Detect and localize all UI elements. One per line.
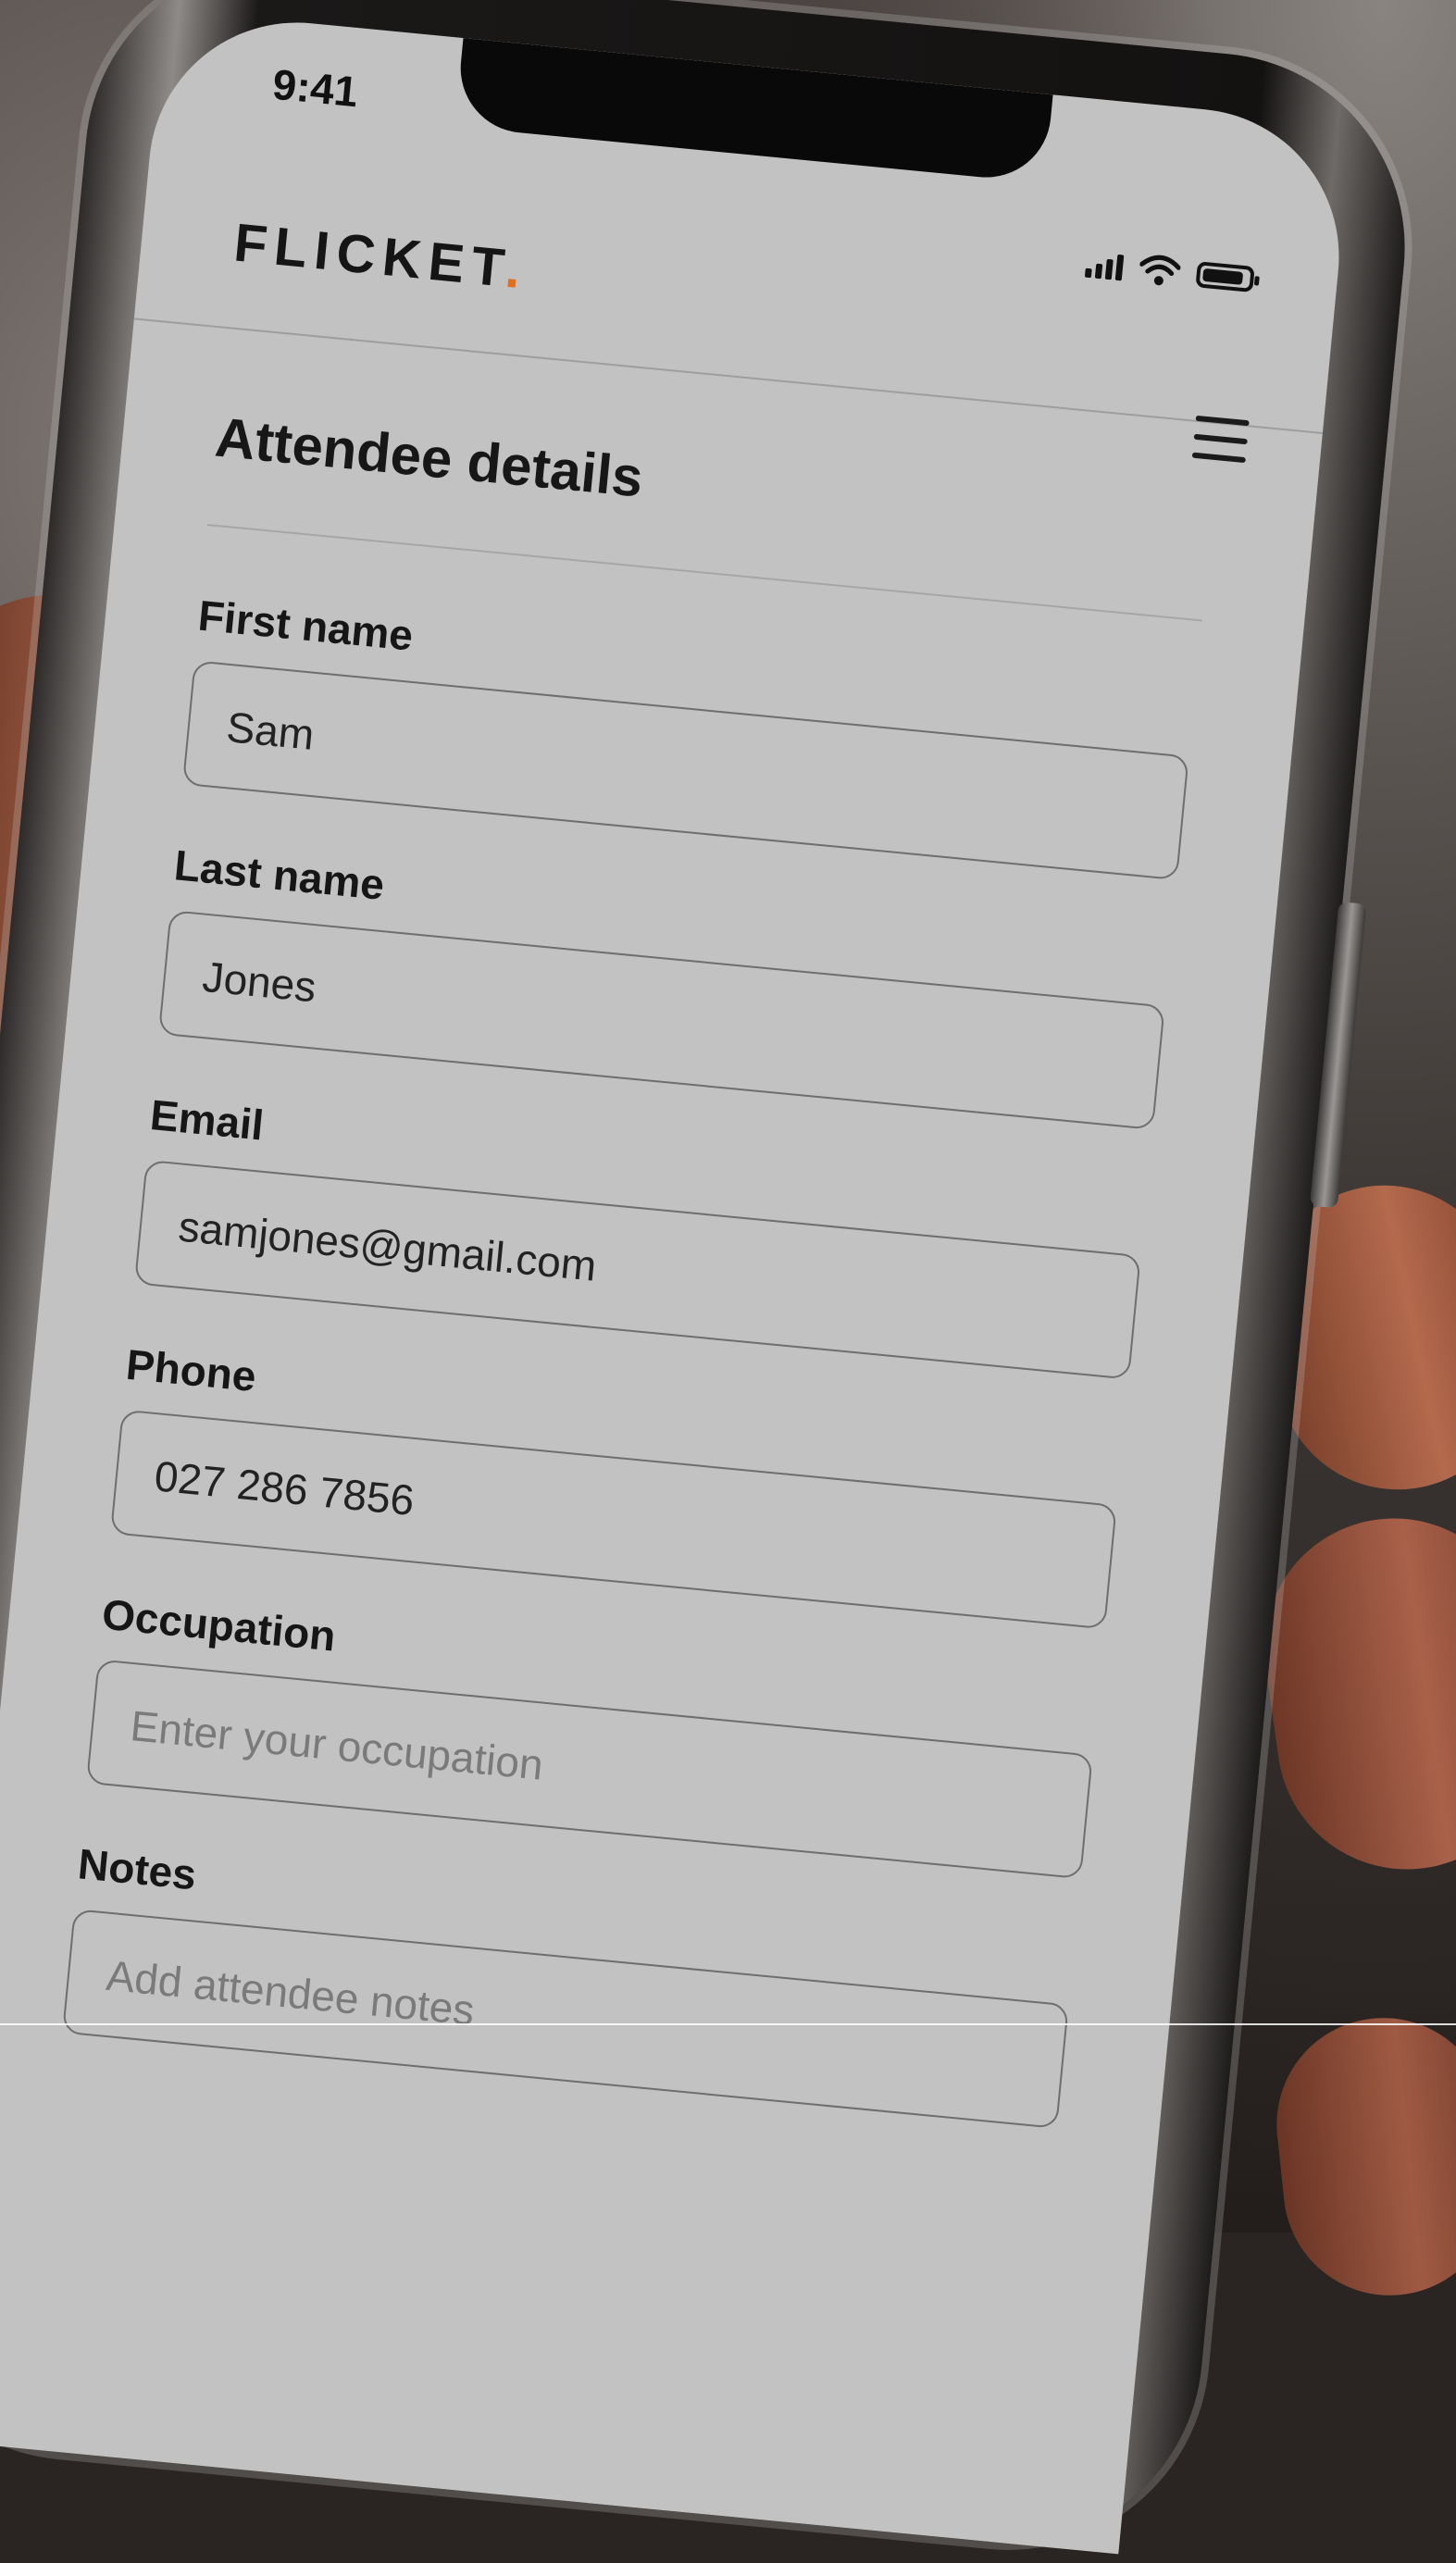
attendee-form: Attendee details First name Last name Em…	[56, 405, 1213, 2184]
horizontal-guide-line	[0, 2023, 1456, 2025]
brand-dot: .	[503, 238, 531, 301]
battery-icon	[1195, 261, 1255, 293]
status-time: 9:41	[270, 59, 360, 117]
phone-screen: 9:41 FLICKET. Attendee details First nam…	[0, 8, 1353, 2555]
last-name-group: Last name	[157, 840, 1172, 1130]
occupation-group: Occupation	[85, 1589, 1100, 1880]
wifi-icon	[1139, 255, 1181, 286]
phone-group: Phone	[109, 1339, 1124, 1630]
phone-device: 9:41 FLICKET. Attendee details First nam…	[0, 0, 1423, 2561]
status-icons	[1084, 245, 1255, 298]
email-group: Email	[133, 1089, 1148, 1380]
brand-logo[interactable]: FLICKET.	[231, 212, 531, 302]
first-name-group: First name	[181, 591, 1196, 881]
cellular-signal-icon	[1084, 250, 1125, 281]
notes-group: Notes	[61, 1838, 1076, 2129]
brand-name: FLICKET	[231, 212, 509, 299]
hamburger-menu-icon[interactable]	[1191, 415, 1250, 464]
